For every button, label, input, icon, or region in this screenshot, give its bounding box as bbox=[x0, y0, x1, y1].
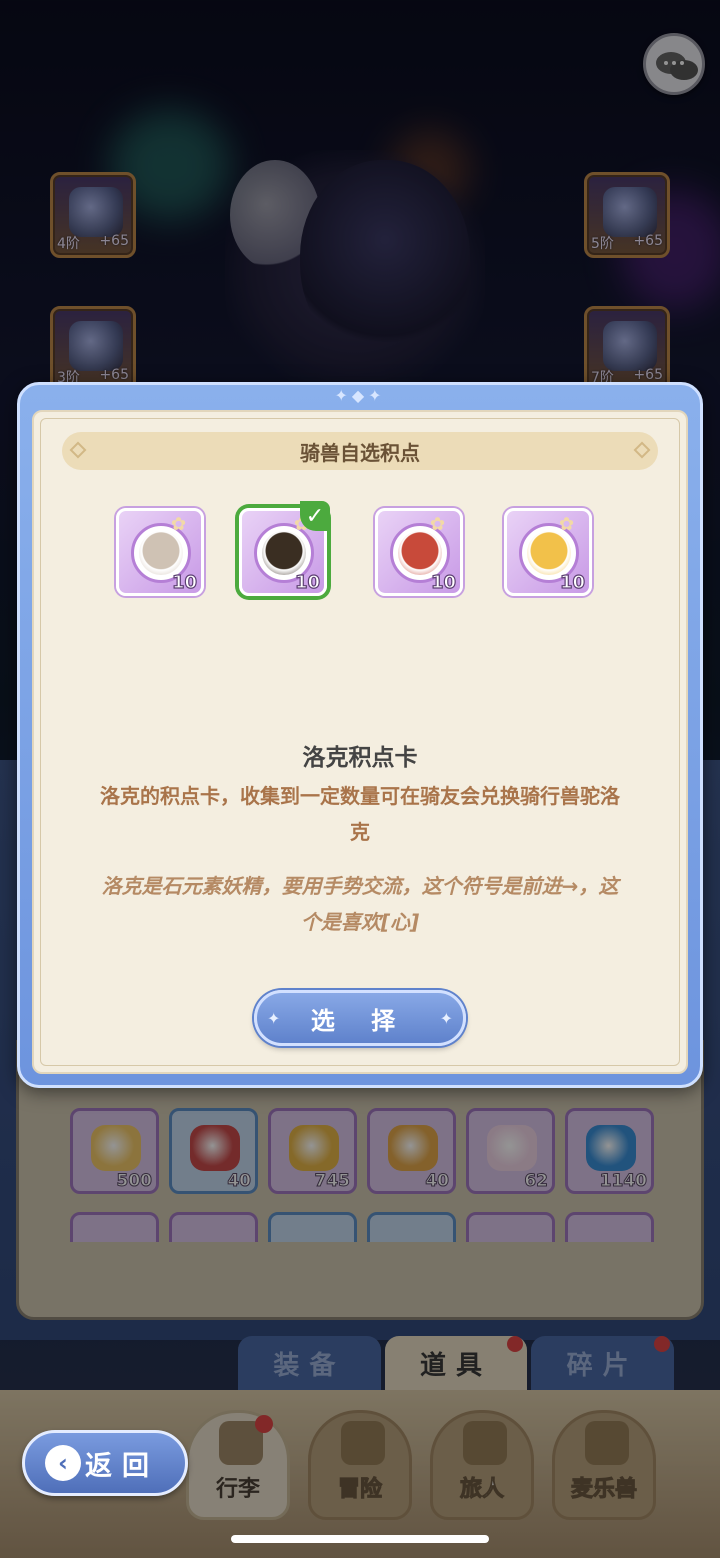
pet-portrait-icon bbox=[398, 531, 442, 575]
star-icon: ✿ bbox=[430, 514, 446, 535]
diamond-icon bbox=[69, 441, 87, 459]
back-button[interactable]: ‹ 返回 bbox=[22, 1430, 188, 1496]
pet-option-card[interactable]: ✿ 10 bbox=[504, 508, 592, 596]
pet-portrait-icon bbox=[139, 531, 183, 575]
pet-option-card[interactable]: ✿ 10 bbox=[116, 508, 204, 596]
item-name: 洛克积点卡 bbox=[302, 745, 418, 771]
pet-count: 10 bbox=[559, 571, 585, 593]
diamond-icon bbox=[633, 441, 651, 459]
pet-count: 10 bbox=[171, 571, 197, 593]
back-arrow-icon: ‹ bbox=[45, 1445, 81, 1481]
dialog-title: 骑兽自选积点 bbox=[300, 440, 420, 465]
back-label: 返回 bbox=[85, 1450, 159, 1482]
sparkle-icon: ✦ bbox=[439, 1009, 453, 1028]
pet-count: 10 bbox=[294, 571, 320, 593]
star-icon: ✿ bbox=[171, 514, 187, 535]
star-icon: ✿ bbox=[559, 514, 575, 535]
item-description: 洛克的积点卡，收集到一定数量可在骑友会兑换骑行兽驼洛克 bbox=[100, 784, 620, 844]
dialog-header: 骑兽自选积点 bbox=[62, 432, 658, 470]
pet-portrait-icon bbox=[262, 531, 306, 575]
pet-portrait-icon bbox=[527, 531, 571, 575]
ornament-icon: ✦◆✦ bbox=[334, 386, 386, 405]
sparkle-icon: ✦ bbox=[267, 1009, 281, 1028]
home-indicator bbox=[231, 1535, 489, 1543]
pet-option-card[interactable]: ✿ 10 ✓ bbox=[239, 501, 330, 596]
checkmark-icon: ✓ bbox=[300, 501, 330, 531]
item-flavor-text: 洛克是石元素妖精，要用手势交流，这个符号是前进→，这个是喜欢[心] bbox=[101, 874, 619, 934]
pet-count: 10 bbox=[430, 571, 456, 593]
select-button[interactable]: ✦ 选 择 ✦ bbox=[254, 990, 466, 1046]
pet-option-card[interactable]: ✿ 10 bbox=[375, 508, 463, 596]
select-label: 选 择 bbox=[310, 1006, 410, 1035]
